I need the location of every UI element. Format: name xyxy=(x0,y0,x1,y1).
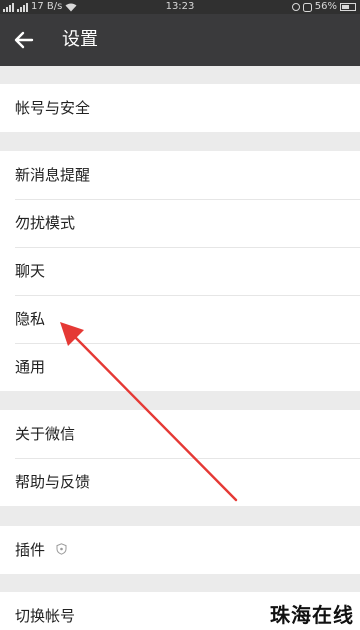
settings-item-label: 隐私 xyxy=(15,310,46,328)
watermark: 珠海在线 xyxy=(270,603,354,627)
settings-item-label: 关于微信 xyxy=(15,425,76,443)
status-right: 56% xyxy=(291,0,356,14)
settings-item-label: 通用 xyxy=(15,358,46,376)
settings-item-new-message-alerts[interactable]: 新消息提醒 xyxy=(0,151,360,199)
settings-screen: 17 B/s 13:23 56% 设置 帐号与安全 新消息提醒 勿扰模式 聊天 … xyxy=(0,0,360,630)
nfc-icon xyxy=(302,2,312,12)
settings-item-do-not-disturb[interactable]: 勿扰模式 xyxy=(0,199,360,247)
settings-group-general: 新消息提醒 勿扰模式 聊天 隐私 通用 xyxy=(0,151,360,391)
title-bar: 设置 xyxy=(0,14,360,66)
settings-group-account: 帐号与安全 xyxy=(0,84,360,132)
settings-item-label: 勿扰模式 xyxy=(15,214,76,232)
battery-percent: 56% xyxy=(314,1,337,12)
settings-item-chat[interactable]: 聊天 xyxy=(0,247,360,295)
settings-item-label: 聊天 xyxy=(15,262,46,280)
settings-group-plugins: 插件 xyxy=(0,526,360,574)
settings-item-plugins[interactable]: 插件 xyxy=(0,526,360,574)
settings-item-label: 帮助与反馈 xyxy=(15,473,91,491)
back-button[interactable] xyxy=(8,24,40,56)
settings-item-label: 新消息提醒 xyxy=(15,166,91,184)
settings-item-label: 插件 xyxy=(15,541,46,559)
settings-item-about-wechat[interactable]: 关于微信 xyxy=(0,410,360,458)
battery-icon xyxy=(340,3,356,11)
settings-item-label: 帐号与安全 xyxy=(15,99,91,117)
arrow-left-icon xyxy=(14,31,34,49)
shield-icon xyxy=(56,543,67,555)
settings-item-general[interactable]: 通用 xyxy=(0,343,360,391)
page-title: 设置 xyxy=(62,29,98,50)
settings-item-help-feedback[interactable]: 帮助与反馈 xyxy=(0,458,360,506)
settings-item-account-security[interactable]: 帐号与安全 xyxy=(0,84,360,132)
settings-item-privacy[interactable]: 隐私 xyxy=(0,295,360,343)
settings-group-about: 关于微信 帮助与反馈 xyxy=(0,410,360,506)
settings-item-label: 切换帐号 xyxy=(15,607,76,625)
alarm-icon xyxy=(291,3,300,11)
status-bar: 17 B/s 13:23 56% xyxy=(0,0,360,14)
